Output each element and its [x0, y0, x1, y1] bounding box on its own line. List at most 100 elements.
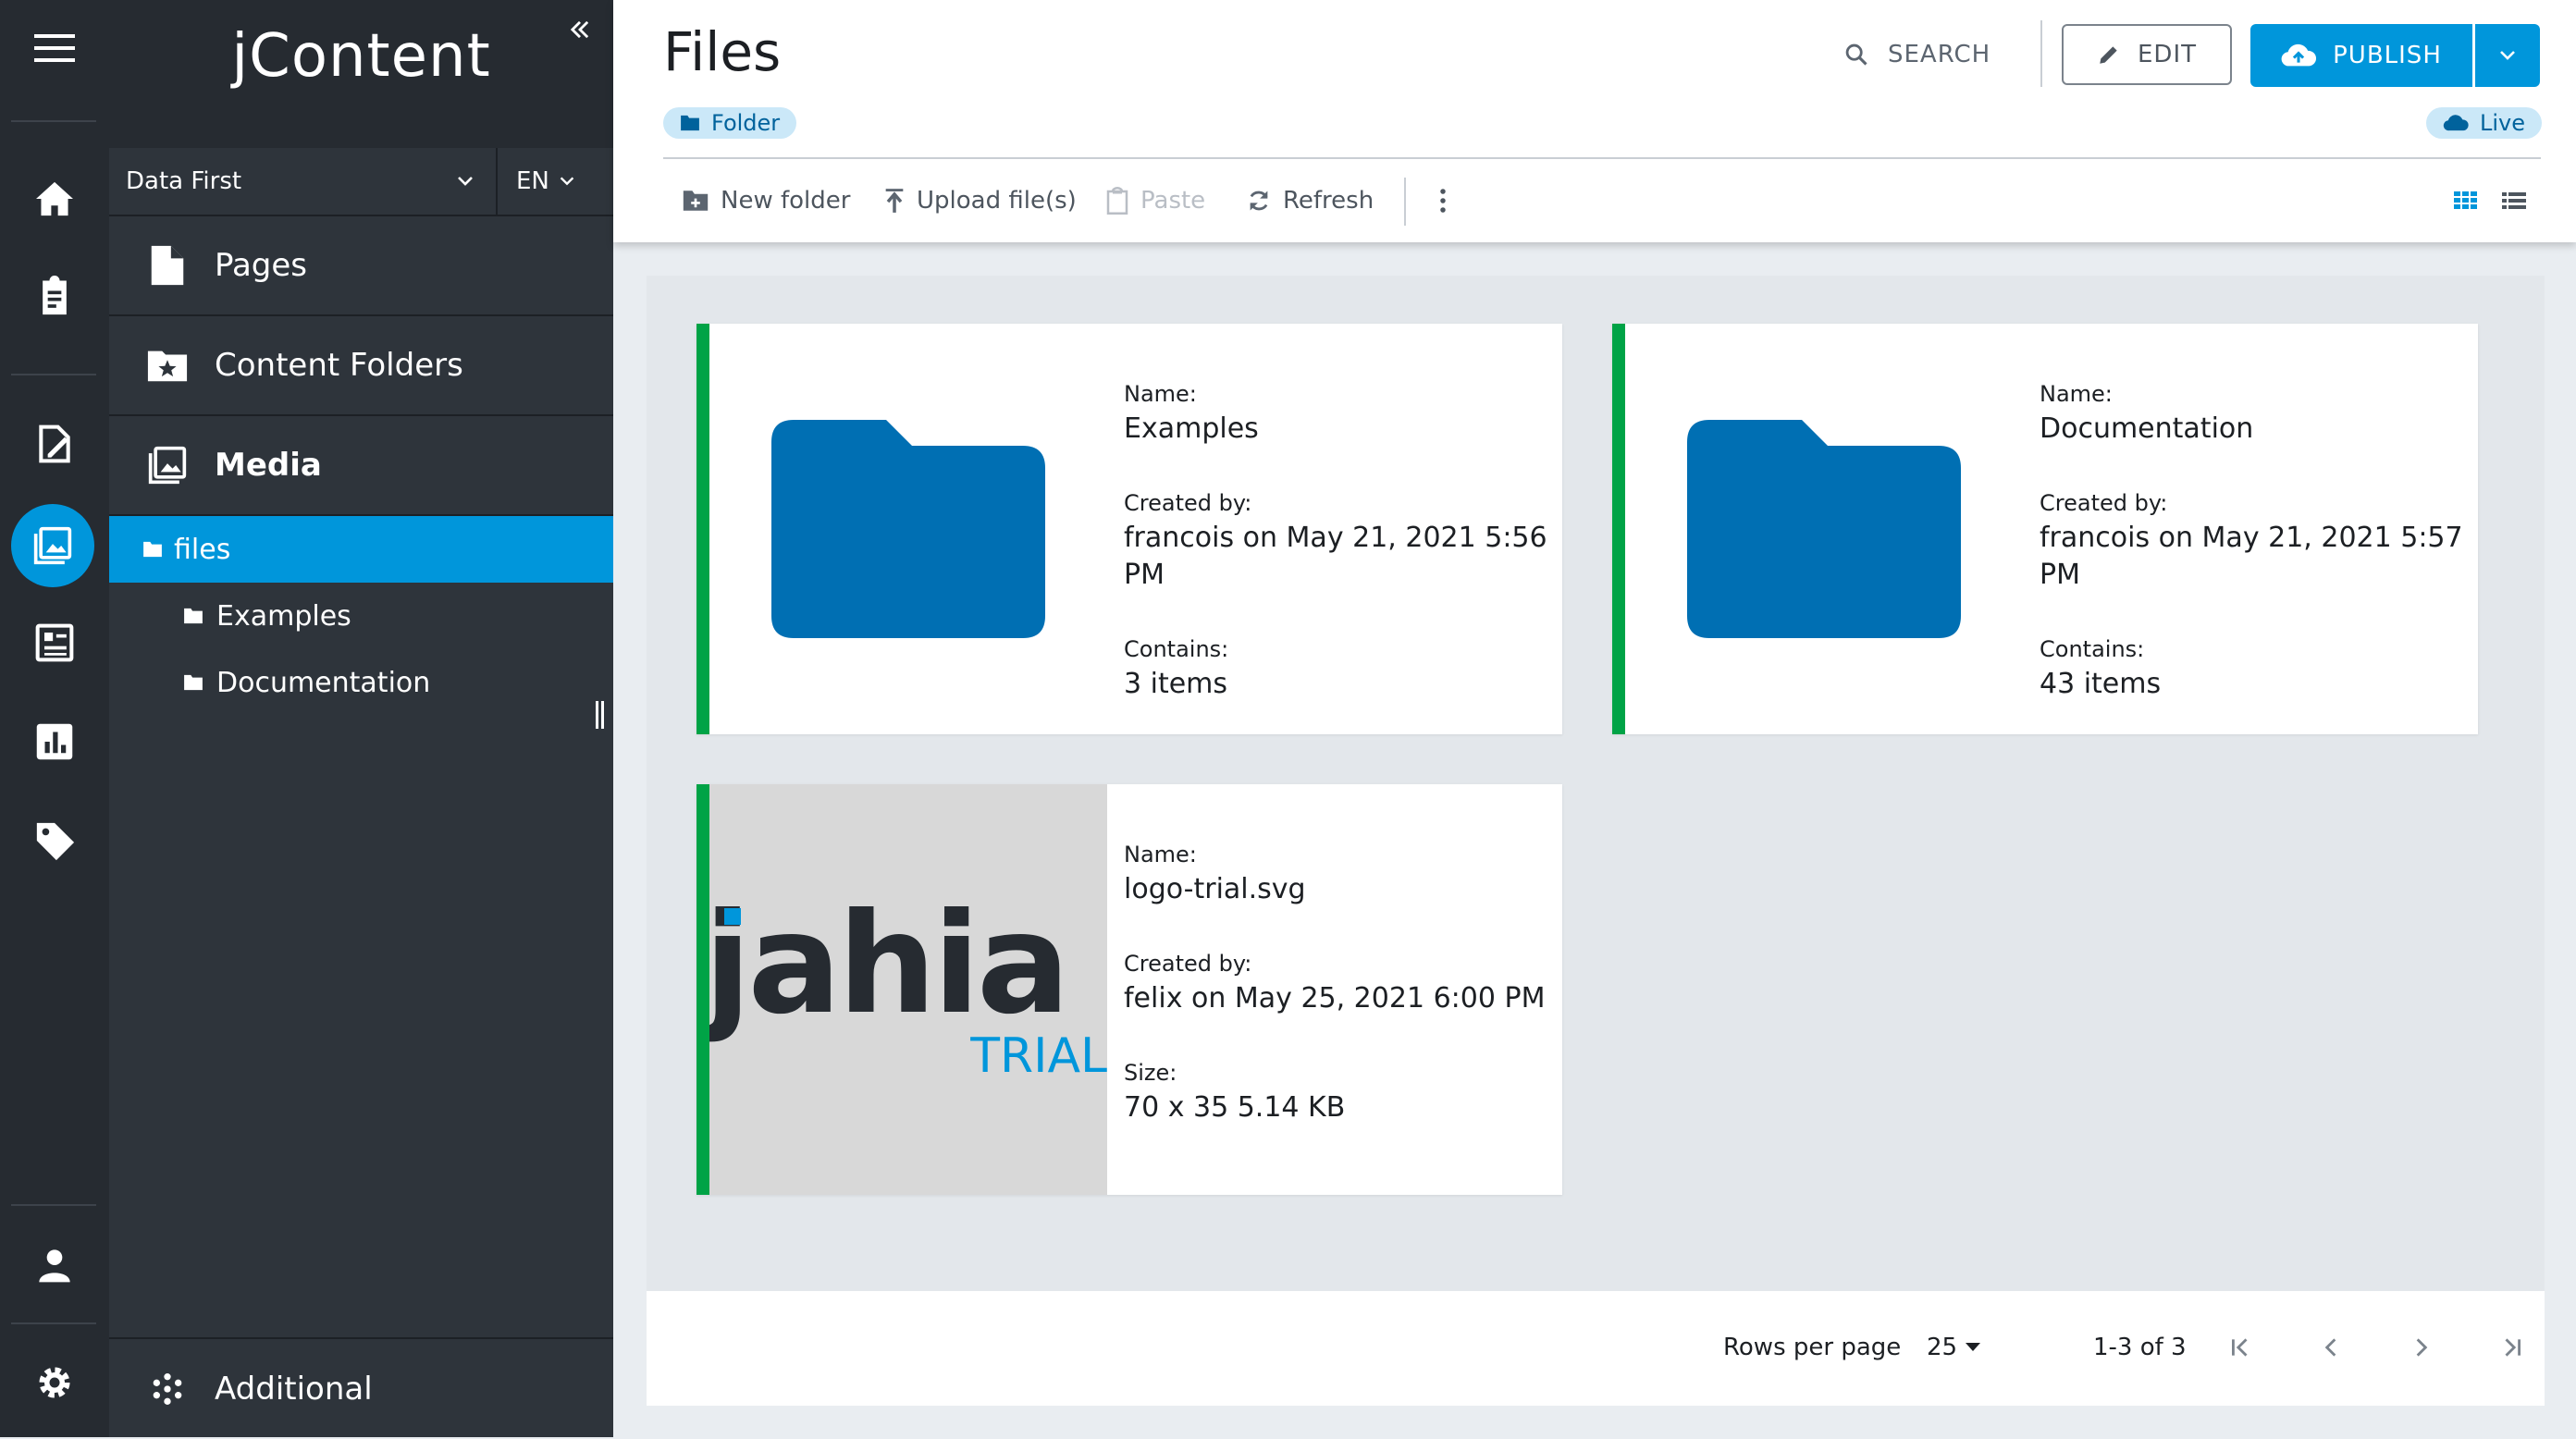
tree-item-files[interactable]: files	[109, 516, 613, 583]
name-value: logo-trial.svg	[1124, 873, 1306, 905]
double-chevron-left-icon[interactable]	[567, 17, 593, 43]
site-selector[interactable]: Data First	[126, 148, 570, 215]
list-view-icon[interactable]	[2502, 178, 2526, 224]
folder-add-icon	[682, 190, 709, 212]
page-title: Files	[663, 20, 782, 83]
accordion-pages[interactable]: Pages	[109, 216, 613, 316]
type-chip: Folder	[663, 107, 797, 139]
next-page-icon[interactable]	[2400, 1326, 2443, 1369]
media-icon	[126, 445, 209, 486]
publish-button[interactable]: PUBLISH	[2250, 24, 2472, 87]
cloud-icon	[2443, 114, 2469, 132]
new-folder-label: New folder	[721, 187, 851, 215]
accordion-label: Content Folders	[215, 347, 463, 384]
paste-button[interactable]: Paste	[1105, 178, 1205, 224]
primary-nav-rail	[0, 0, 109, 1437]
accordion-additional[interactable]: Additional	[109, 1337, 613, 1439]
menu-icon[interactable]	[0, 20, 109, 76]
search-label: SEARCH	[1888, 41, 1991, 68]
name-label: Name:	[1124, 381, 1197, 407]
secondary-nav: jContent Data First EN Pages Content Fol…	[109, 0, 613, 1437]
search-button[interactable]: SEARCH	[1843, 24, 1991, 85]
tree-item-examples[interactable]: Examples	[109, 583, 613, 649]
media-icon[interactable]	[11, 504, 94, 587]
app-logo: jContent	[231, 22, 491, 91]
publication-status-bar	[1612, 324, 1625, 734]
language-selector[interactable]: EN	[516, 148, 577, 215]
form-icon[interactable]	[0, 610, 109, 675]
panel-resize-handle[interactable]	[594, 701, 607, 729]
name-value: Documentation	[2040, 412, 2254, 445]
refresh-button[interactable]: Refresh	[1246, 178, 1374, 224]
folder-icon	[183, 674, 203, 691]
upload-button[interactable]: Upload file(s)	[883, 178, 1077, 224]
folder-icon	[142, 541, 163, 558]
tree-item-label: Examples	[216, 599, 351, 633]
accordion-label: Additional	[215, 1371, 373, 1408]
more-actions-button[interactable]	[1438, 178, 1448, 224]
content-grid: Name: Examples Created by: francois on M…	[647, 276, 2545, 1406]
tree-item-documentation[interactable]: Documentation	[109, 649, 613, 716]
publish-menu-button[interactable]	[2475, 24, 2540, 87]
created-by-label: Created by:	[1124, 490, 1252, 516]
created-by-value: francois on May 21, 2021 5:56 PM	[1124, 522, 1547, 591]
accordion-media[interactable]: Media	[109, 416, 613, 516]
grid-view-icon[interactable]	[2454, 178, 2478, 224]
settings-icon[interactable]	[0, 1350, 109, 1415]
accordion-content-folders[interactable]: Content Folders	[109, 316, 613, 416]
publication-status-bar	[696, 324, 709, 734]
upload-icon	[883, 188, 906, 214]
user-icon[interactable]	[0, 1233, 109, 1298]
tree-item-label: Documentation	[216, 666, 431, 699]
name-label: Name:	[1124, 842, 1197, 867]
created-by-value: felix on May 25, 2021 6:00 PM	[1124, 982, 1546, 1015]
analytics-icon[interactable]	[0, 709, 109, 774]
size-value: 70 x 35 5.14 KB	[1124, 1091, 1346, 1124]
language-label: EN	[516, 167, 549, 195]
clipboard-icon[interactable]	[0, 264, 109, 328]
cloud-upload-icon	[2281, 43, 2317, 68]
file-card[interactable]: Name: Documentation Created by: francois…	[1612, 324, 2478, 734]
folder-icon	[709, 324, 1107, 734]
tag-icon[interactable]	[0, 808, 109, 873]
contains-label: Contains:	[2040, 636, 2145, 662]
logo-dot	[724, 908, 741, 925]
previous-page-icon[interactable]	[2310, 1326, 2352, 1369]
refresh-label: Refresh	[1283, 187, 1374, 215]
site-name: Data First	[126, 167, 242, 195]
logo-wordmark: jahia	[709, 884, 1070, 1045]
file-card[interactable]: jahia TRIAL Name: logo-trial.svg Created…	[696, 784, 1562, 1195]
contains-value: 43 items	[2040, 668, 2162, 700]
rows-per-page-label: Rows per page	[1723, 1334, 1902, 1361]
tree-item-label: files	[174, 533, 231, 566]
new-folder-button[interactable]: New folder	[682, 178, 850, 224]
home-icon[interactable]	[0, 166, 109, 231]
caret-down-icon	[1965, 1342, 1981, 1353]
rows-per-page-select[interactable]: 25	[1927, 1334, 1981, 1361]
folder-icon	[680, 115, 700, 131]
edit-label: EDIT	[2138, 41, 2197, 68]
paste-icon	[1105, 187, 1129, 215]
type-chip-label: Folder	[711, 110, 781, 136]
main-area: Files Folder SEARCH EDIT PUBLISH Live Ne…	[613, 0, 2576, 1437]
page-header: Files Folder SEARCH EDIT PUBLISH Live Ne…	[613, 0, 2576, 242]
first-page-icon[interactable]	[2219, 1326, 2262, 1369]
created-by-label: Created by:	[2040, 490, 2168, 516]
file-card[interactable]: Name: Examples Created by: francois on M…	[696, 324, 1562, 734]
edit-button[interactable]: EDIT	[2062, 24, 2232, 85]
status-chip: Live	[2426, 107, 2543, 139]
last-page-icon[interactable]	[2491, 1326, 2533, 1369]
image-thumbnail: jahia TRIAL	[709, 784, 1107, 1195]
brand-header: jContent	[109, 0, 613, 148]
rows-per-page-value: 25	[1927, 1334, 1958, 1361]
size-label: Size:	[1124, 1060, 1177, 1086]
logo-subtext: TRIAL	[970, 1028, 1107, 1084]
search-icon	[1843, 42, 1869, 68]
star-folder-icon	[126, 347, 209, 384]
page-edit-icon[interactable]	[0, 412, 109, 476]
chevron-down-icon	[2496, 44, 2519, 67]
accordion-label: Media	[215, 447, 322, 484]
created-by-value: francois on May 21, 2021 5:57 PM	[2040, 522, 2463, 591]
chevron-down-icon	[454, 170, 476, 192]
status-chip-label: Live	[2480, 110, 2526, 136]
